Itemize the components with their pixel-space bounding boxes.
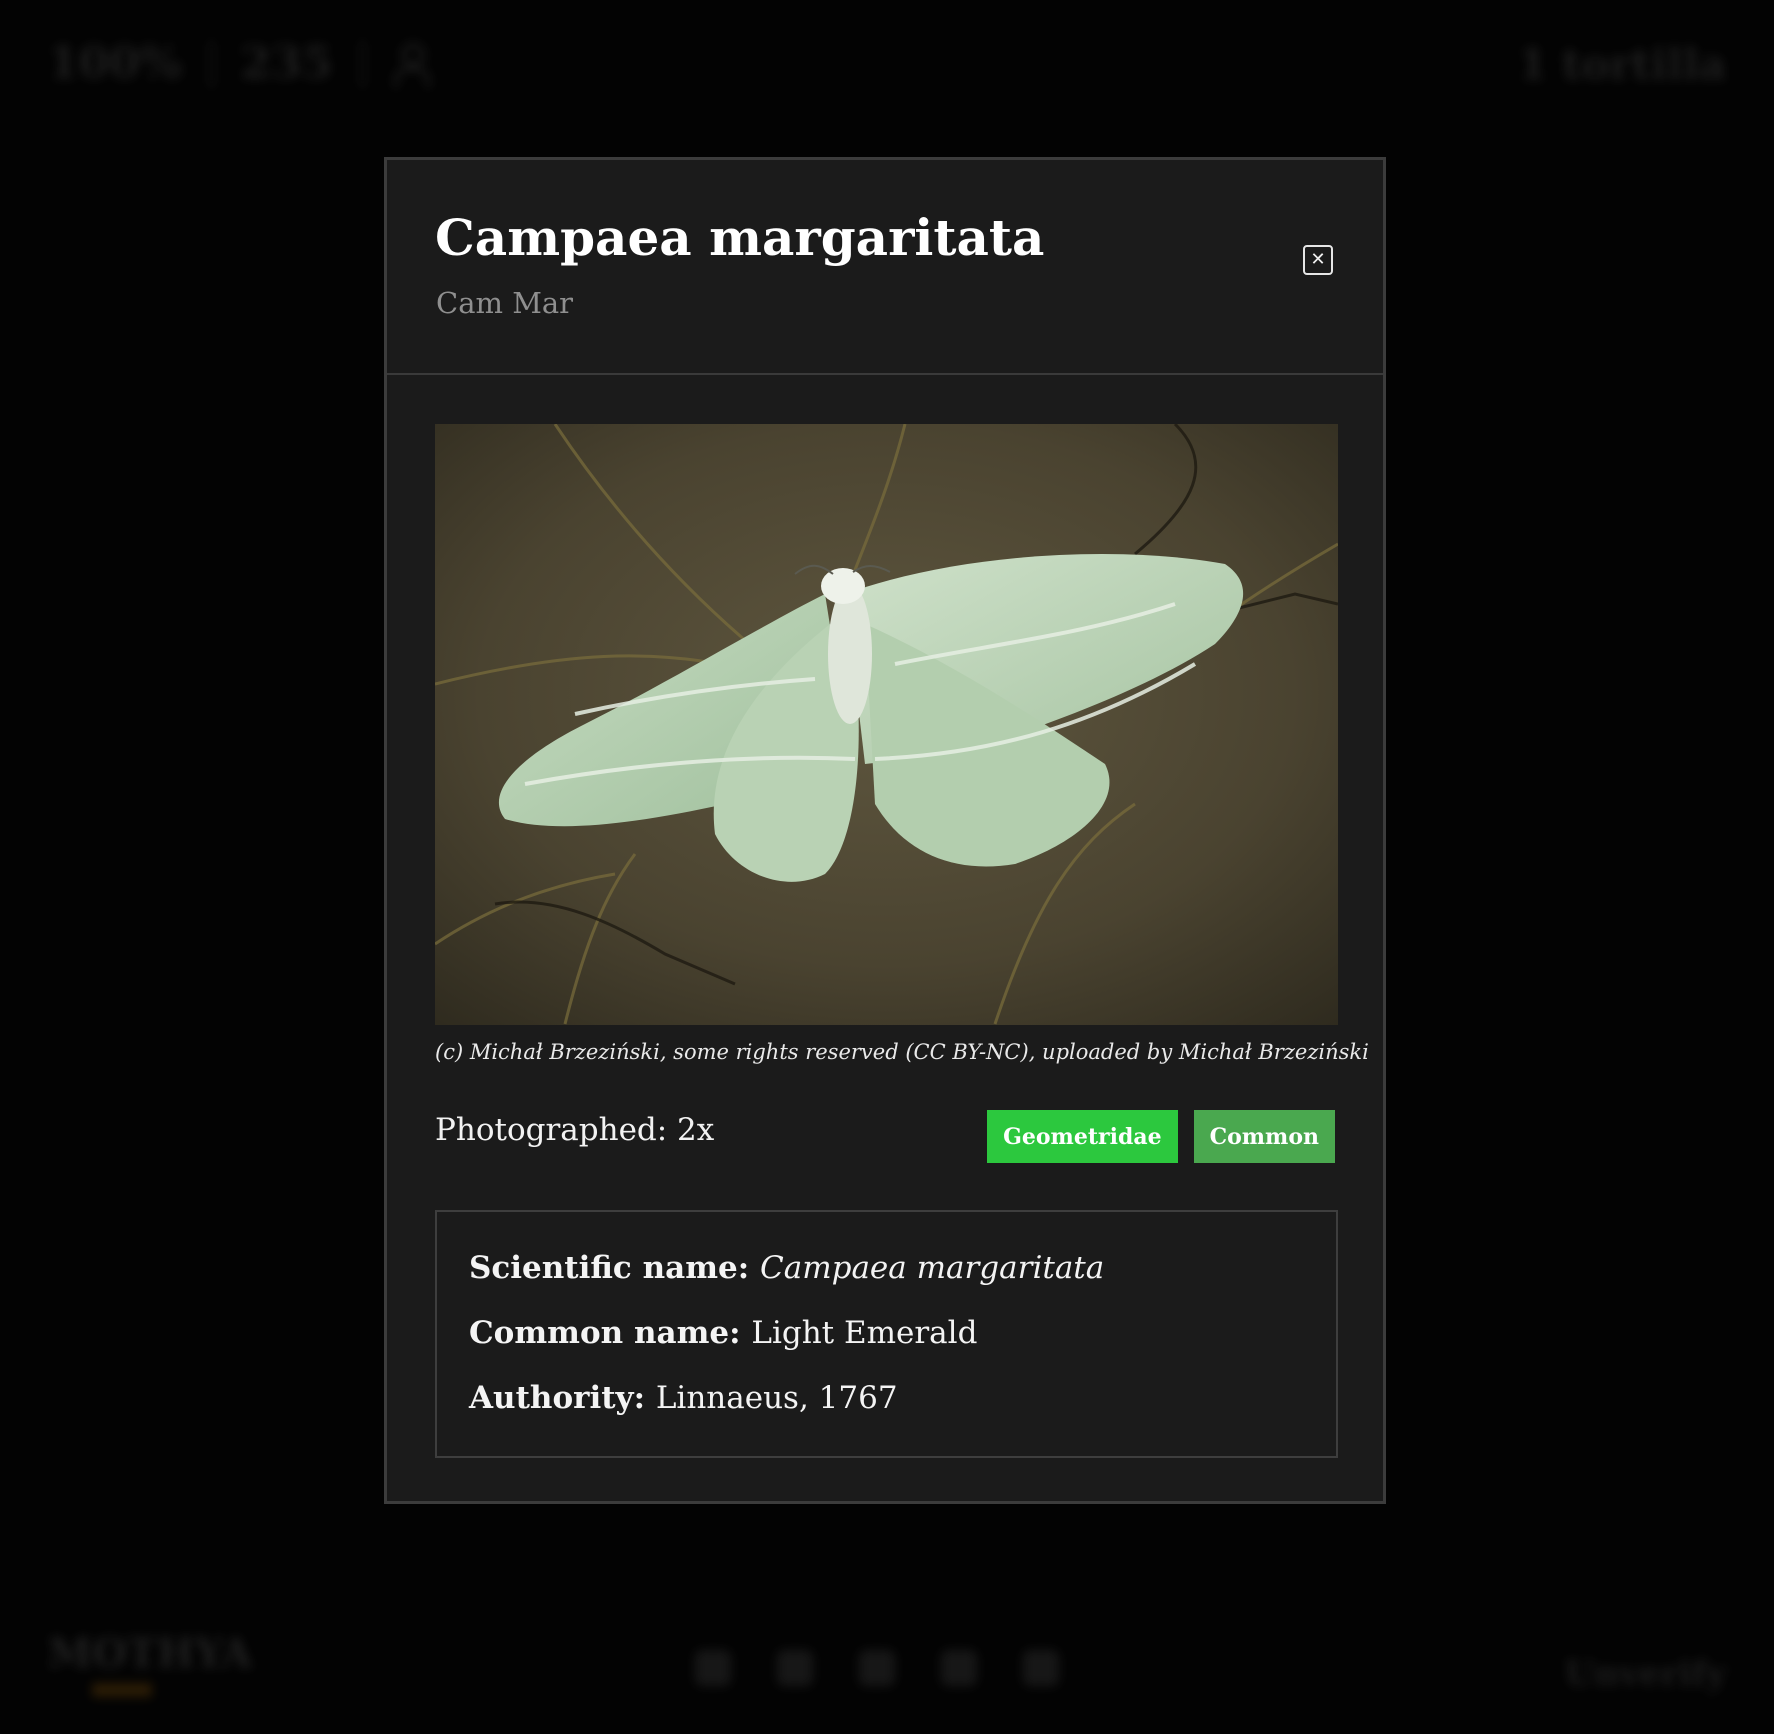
species-title: Campaea margaritata [435,208,1045,267]
tag-rarity[interactable]: Common [1193,1110,1335,1163]
authority-row: Authority: Linnaeus, 1767 [469,1380,1304,1445]
common-name-value: Light Emerald [751,1315,978,1351]
scientific-name-row: Scientific name: Campaea margaritata [469,1250,1304,1315]
authority-value: Linnaeus, 1767 [655,1380,898,1416]
species-photo [435,424,1338,1025]
photographed-count: Photographed: 2x [435,1112,715,1148]
common-name-row: Common name: Light Emerald [469,1315,1304,1380]
common-name-label: Common name: [469,1315,752,1351]
modal-header: Campaea margaritata Cam Mar ✕ [387,160,1383,375]
photo-credit: (c) Michał Brzeziński, some rights reser… [435,1040,1369,1064]
species-info-box: Scientific name: Campaea margaritata Com… [435,1210,1338,1458]
species-modal: Campaea margaritata Cam Mar ✕ (c) Michał… [384,157,1386,1504]
scientific-name-label: Scientific name: [469,1250,760,1286]
close-button[interactable]: ✕ [1303,245,1333,275]
authority-label: Authority: [469,1380,656,1416]
scientific-name-value: Campaea margaritata [760,1250,1105,1286]
tag-family[interactable]: Geometridae [987,1110,1178,1163]
species-code: Cam Mar [436,286,574,320]
close-icon: ✕ [1310,249,1326,270]
tag-list: Geometridae Common [987,1110,1335,1163]
